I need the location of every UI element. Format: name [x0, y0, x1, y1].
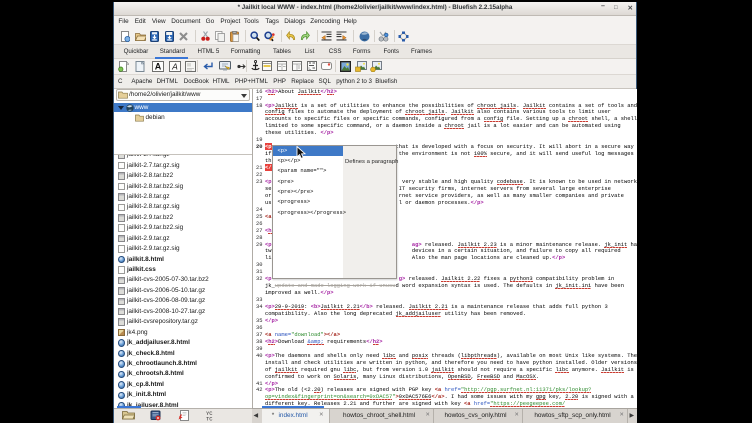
svg-text:TC: TC — [206, 415, 213, 421]
svg-text:A: A — [154, 61, 161, 71]
svg-text:A: A — [171, 61, 178, 71]
